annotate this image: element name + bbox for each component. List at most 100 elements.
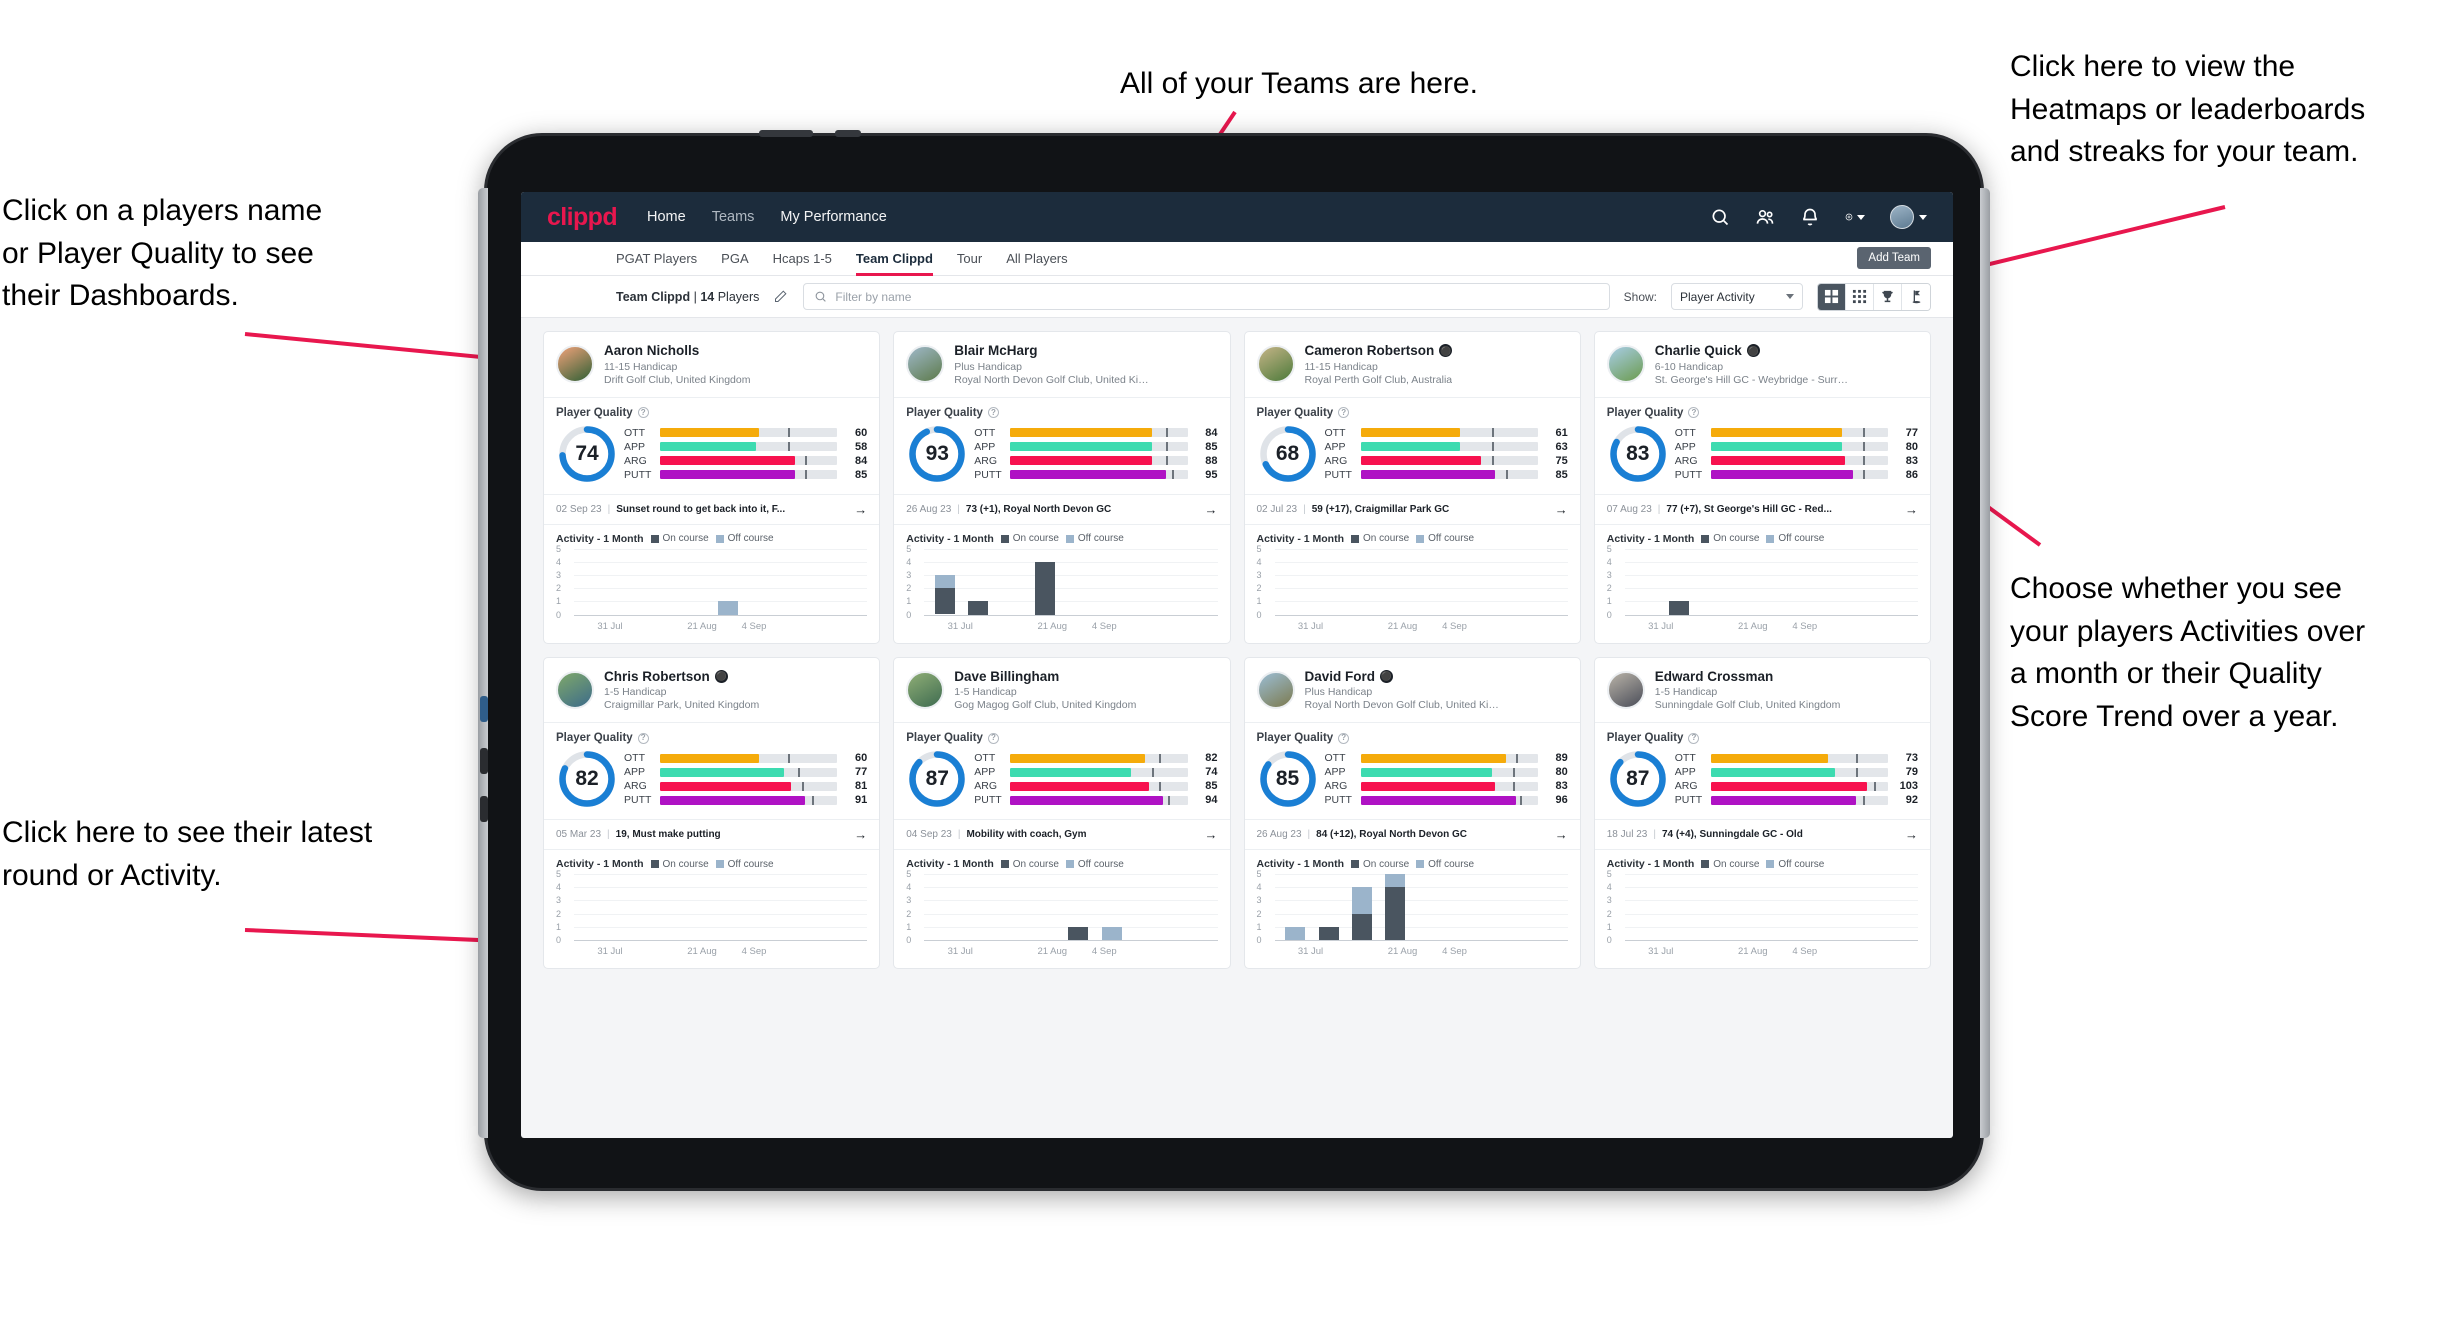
player-name[interactable]: Blair McHarg bbox=[954, 343, 1149, 359]
latest-round-row[interactable]: 02 Sep 23 | Sunset round to get back into … bbox=[544, 493, 880, 525]
player-card-header[interactable]: Blair McHarg Plus Handicap Royal North Dev… bbox=[894, 332, 1229, 397]
metric-bar-track bbox=[1710, 753, 1888, 763]
metric-value: 89 bbox=[1555, 752, 1568, 765]
search-icon[interactable] bbox=[1710, 207, 1730, 227]
arrow-right-icon[interactable]: → bbox=[1555, 827, 1568, 842]
player-name[interactable]: Aaron Nicholls bbox=[604, 343, 750, 359]
tab-team-clippd[interactable]: Team Clippd bbox=[855, 242, 933, 276]
view-flag-button[interactable] bbox=[1902, 283, 1930, 310]
player-name[interactable]: Edward Crossman bbox=[1655, 669, 1841, 685]
help-icon[interactable]: ? bbox=[987, 407, 999, 419]
player-quality-ring[interactable]: 85 bbox=[1257, 748, 1319, 810]
player-quality-ring[interactable]: 93 bbox=[906, 423, 968, 485]
latest-round-row[interactable]: 07 Aug 23 | 77 (+7), St George's Hill GC -… bbox=[1594, 493, 1930, 525]
arrow-right-icon[interactable]: → bbox=[1905, 827, 1918, 842]
player-quality-body[interactable]: 82 OTT 60 APP 77 ARG 81 PUTT 91 bbox=[544, 744, 879, 819]
player-card[interactable]: Chris Robertson ⚫ 1-5 Handicap Craigmillar … bbox=[543, 656, 881, 970]
tab-pgat-players[interactable]: PGAT Players bbox=[616, 242, 697, 276]
player-name[interactable]: Charlie Quick ⚫ bbox=[1655, 343, 1850, 359]
player-quality-ring[interactable]: 82 bbox=[556, 748, 618, 810]
pencil-icon[interactable] bbox=[773, 289, 789, 305]
nav-link-home[interactable]: Home bbox=[647, 209, 686, 225]
tab-tour[interactable]: Tour bbox=[957, 242, 982, 276]
arrow-right-icon[interactable]: → bbox=[854, 827, 867, 842]
player-name[interactable]: David Ford ⚫ bbox=[1305, 669, 1500, 685]
latest-round-row[interactable]: 04 Sep 23 | Mobility with coach, Gym → bbox=[894, 819, 1230, 851]
nav-link-my-performance[interactable]: My Performance bbox=[780, 209, 886, 225]
player-quality-body[interactable]: 85 OTT 89 APP 80 ARG 83 PUTT 96 bbox=[1245, 744, 1580, 819]
player-card-header[interactable]: Dave Billingham 1-5 Handicap Gog Magog Gol… bbox=[894, 658, 1229, 723]
player-card-header[interactable]: Cameron Robertson ⚫ 11-15 Handicap Royal Pe… bbox=[1245, 332, 1580, 397]
player-card-header[interactable]: Chris Robertson ⚫ 1-5 Handicap Craigmillar … bbox=[544, 658, 879, 723]
player-name[interactable]: Chris Robertson ⚫ bbox=[604, 669, 759, 685]
player-card[interactable]: Aaron Nicholls 11-15 Handicap Drift Golf C… bbox=[543, 331, 881, 644]
player-quality-ring[interactable]: 87 bbox=[1607, 748, 1669, 810]
latest-round-row[interactable]: 18 Jul 23 | 74 (+4), Sunningdale GC - Old → bbox=[1594, 819, 1930, 851]
metric-label: ARG bbox=[1324, 454, 1348, 467]
player-quality-body[interactable]: 74 OTT 60 APP 58 ARG 84 PUTT 85 bbox=[544, 419, 879, 494]
legend-swatch-icon bbox=[1701, 860, 1710, 869]
player-card-header[interactable]: Charlie Quick ⚫ 6-10 Handicap St. George's … bbox=[1595, 332, 1930, 397]
show-select[interactable]: Player Activity bbox=[1671, 283, 1803, 310]
player-quality-ring[interactable]: 74 bbox=[556, 423, 618, 485]
bell-icon[interactable] bbox=[1800, 207, 1820, 227]
player-card[interactable]: David Ford ⚫ Plus Handicap Royal North Devo… bbox=[1243, 656, 1581, 970]
metric-bar-track bbox=[660, 753, 838, 763]
view-grid-button[interactable] bbox=[1818, 283, 1846, 310]
plus-circle-icon[interactable] bbox=[1845, 207, 1865, 227]
add-team-button[interactable]: Add Team bbox=[1857, 247, 1931, 269]
player-quality-ring[interactable]: 87 bbox=[906, 748, 968, 810]
clippd-logo[interactable]: clippd bbox=[547, 203, 618, 232]
player-card[interactable]: Dave Billingham 1-5 Handicap Gog Magog Gol… bbox=[893, 656, 1231, 970]
arrow-right-icon[interactable]: → bbox=[1205, 827, 1218, 842]
people-icon[interactable] bbox=[1755, 207, 1775, 227]
arrow-right-icon[interactable]: → bbox=[1905, 502, 1918, 517]
player-quality-body[interactable]: 93 OTT 84 APP 85 ARG 88 PUTT 95 bbox=[894, 419, 1229, 494]
latest-round-row[interactable]: 02 Jul 23 | 59 (+17), Craigmillar Park GC → bbox=[1244, 493, 1580, 525]
player-quality-body[interactable]: 87 OTT 73 APP 79 ARG 103 PUTT 92 bbox=[1595, 744, 1930, 819]
player-card[interactable]: Blair McHarg Plus Handicap Royal North Dev… bbox=[893, 331, 1231, 644]
arrow-right-icon[interactable]: → bbox=[854, 502, 867, 517]
player-quality-body[interactable]: 87 OTT 82 APP 74 ARG 85 PUTT 94 bbox=[894, 744, 1229, 819]
help-icon[interactable]: ? bbox=[1688, 732, 1700, 744]
player-name[interactable]: Cameron Robertson ⚫ bbox=[1305, 343, 1453, 359]
legend-swatch-icon bbox=[715, 534, 724, 543]
metric-row: OTT 60 bbox=[624, 752, 867, 764]
player-quality-ring[interactable]: 83 bbox=[1607, 423, 1669, 485]
player-name[interactable]: Dave Billingham bbox=[954, 669, 1136, 685]
tab-hcaps-1-5[interactable]: Hcaps 1-5 bbox=[773, 242, 832, 276]
arrow-right-icon[interactable]: → bbox=[1205, 502, 1218, 517]
help-icon[interactable]: ? bbox=[1338, 732, 1350, 744]
player-handicap: 1-5 Handicap bbox=[954, 686, 1017, 699]
legend-on-course: On course bbox=[1351, 533, 1409, 544]
view-trophy-button[interactable] bbox=[1874, 283, 1902, 310]
help-icon[interactable]: ? bbox=[637, 732, 649, 744]
tab-pga[interactable]: PGA bbox=[721, 242, 748, 276]
latest-round-row[interactable]: 05 Mar 23 | 19, Must make putting → bbox=[544, 819, 880, 851]
help-icon[interactable]: ? bbox=[987, 732, 999, 744]
latest-round-row[interactable]: 26 Aug 23 | 84 (+12), Royal North Devon GC… bbox=[1244, 819, 1580, 851]
player-quality-body[interactable]: 68 OTT 61 APP 63 ARG 75 PUTT 85 bbox=[1245, 419, 1580, 494]
view-dots-button[interactable] bbox=[1846, 283, 1874, 310]
help-icon[interactable]: ? bbox=[1338, 407, 1350, 419]
player-quality-score: 68 bbox=[1275, 441, 1300, 465]
player-card-header[interactable]: Aaron Nicholls 11-15 Handicap Drift Golf C… bbox=[544, 332, 879, 397]
help-icon[interactable]: ? bbox=[1688, 407, 1700, 419]
player-quality-body[interactable]: 83 OTT 77 APP 80 ARG 83 PUTT 86 bbox=[1595, 419, 1930, 494]
team-divider: | bbox=[693, 289, 697, 304]
player-quality-ring[interactable]: 68 bbox=[1257, 423, 1319, 485]
search-input[interactable]: Filter by name bbox=[803, 283, 1610, 310]
player-card-header[interactable]: David Ford ⚫ Plus Handicap Royal North Devo… bbox=[1245, 658, 1580, 723]
user-menu[interactable] bbox=[1890, 205, 1927, 229]
latest-round-row[interactable]: 26 Aug 23 | 73 (+1), Royal North Devon GC → bbox=[894, 493, 1230, 525]
player-card[interactable]: Cameron Robertson ⚫ 11-15 Handicap Royal Pe… bbox=[1243, 331, 1581, 644]
y-tick-label: 5 bbox=[906, 543, 912, 554]
arrow-right-icon[interactable]: → bbox=[1555, 502, 1568, 517]
player-card-header[interactable]: Edward Crossman 1-5 Handicap Sunningdale G… bbox=[1595, 658, 1930, 723]
tab-all-players[interactable]: All Players bbox=[1006, 242, 1067, 276]
nav-link-teams[interactable]: Teams bbox=[712, 209, 755, 225]
player-card[interactable]: Charlie Quick ⚫ 6-10 Handicap St. George's … bbox=[1593, 331, 1931, 644]
player-card[interactable]: Edward Crossman 1-5 Handicap Sunningdale G… bbox=[1593, 656, 1931, 970]
metric-bar-track bbox=[660, 428, 838, 438]
help-icon[interactable]: ? bbox=[637, 407, 649, 419]
